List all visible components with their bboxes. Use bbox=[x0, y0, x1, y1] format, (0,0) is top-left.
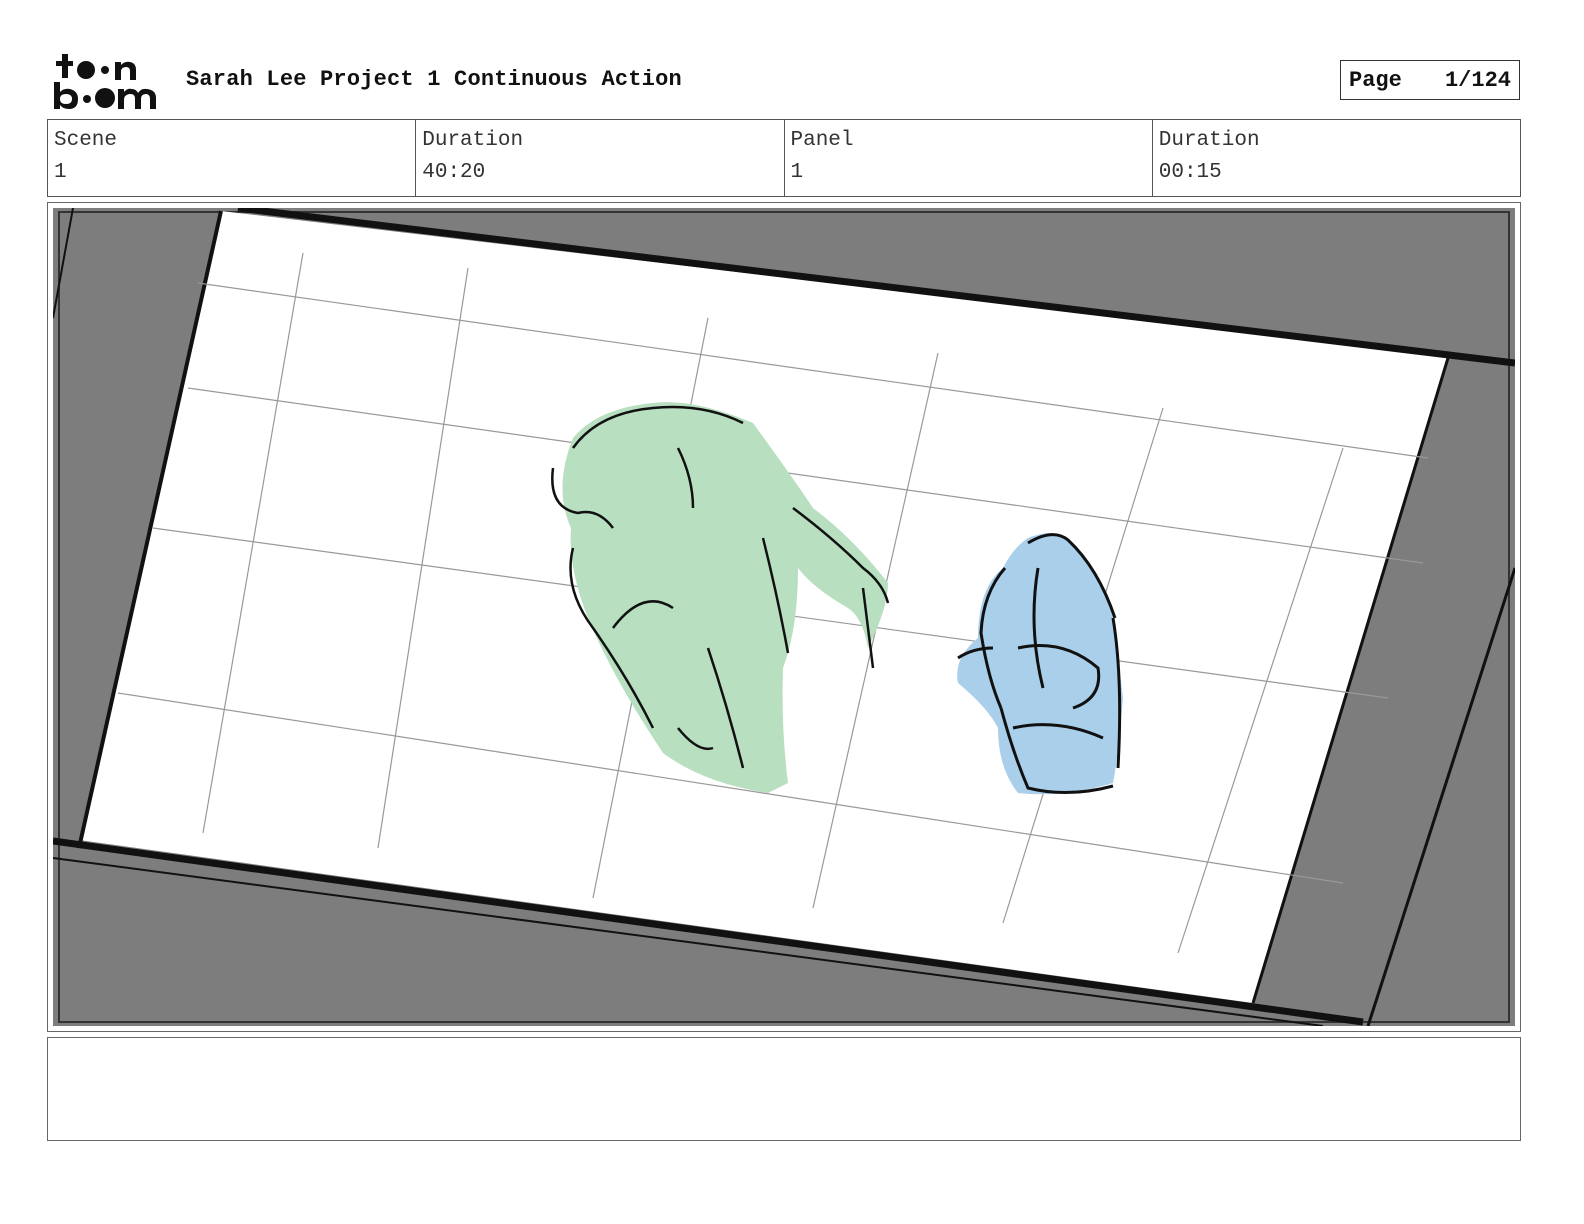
page-label: Page bbox=[1349, 67, 1402, 93]
panel-duration-cell: Duration 00:15 bbox=[1153, 120, 1520, 196]
scene-duration-label: Duration bbox=[422, 129, 524, 152]
scene-duration-cell: Duration 40:20 bbox=[416, 120, 785, 196]
page-indicator: Page 1/124 bbox=[1340, 60, 1520, 100]
panel-duration-label: Duration bbox=[1158, 129, 1260, 152]
scene-cell: Scene 1 bbox=[48, 120, 417, 196]
panel-duration-value: 00:15 bbox=[1158, 161, 1222, 184]
panel-value: 1 bbox=[790, 161, 804, 184]
scene-value: 1 bbox=[54, 161, 67, 184]
scene-info-table: Scene 1 Duration 40:20 Panel 1 Duration … bbox=[47, 119, 1521, 197]
document-title: Sarah Lee Project 1 Continuous Action bbox=[186, 67, 682, 92]
scene-label: Scene bbox=[54, 129, 118, 152]
panel-drawing bbox=[53, 208, 1515, 1026]
page-number: 1/124 bbox=[1444, 67, 1511, 93]
storyboard-panel bbox=[47, 202, 1521, 1032]
panel-cell: Panel 1 bbox=[785, 120, 1153, 196]
panel-notes-box bbox=[47, 1037, 1521, 1141]
toonboom-logo bbox=[54, 54, 156, 109]
scene-duration-value: 40:20 bbox=[422, 161, 486, 184]
panel-label: Panel bbox=[790, 129, 854, 152]
